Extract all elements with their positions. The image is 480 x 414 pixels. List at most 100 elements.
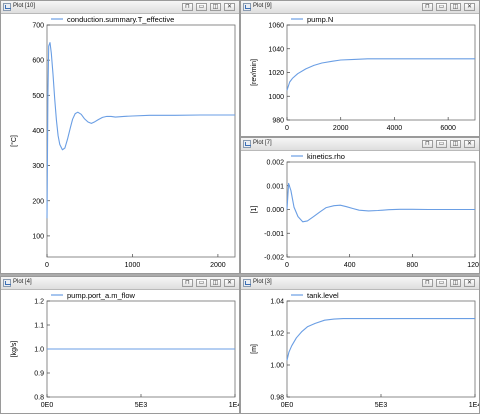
x-tick-label: 0	[45, 262, 49, 269]
plot-titlebar[interactable]: Plot [3] ⊓ ▭ ◫ ✕	[241, 277, 479, 290]
y-tick-label: -0.001	[264, 231, 284, 238]
legend-label: conduction.summary.T_effective	[67, 15, 174, 24]
pin-button[interactable]: ⊓	[422, 140, 433, 148]
y-tick-label: 0.001	[266, 183, 284, 190]
y-tick-label: 1000	[268, 94, 284, 101]
minimize-button[interactable]: ▭	[436, 140, 447, 148]
y-tick-label: -0.002	[264, 255, 284, 262]
plot-area[interactable]: -0.002 -0.001 0.000 0.001 0.002 0 400 800 1200 [1…	[241, 151, 479, 273]
plot-frame	[46, 24, 236, 258]
x-tick-label: 2000	[333, 125, 349, 132]
y-tick-label: 0.98	[270, 395, 284, 402]
plot-frame	[286, 300, 476, 398]
y-tick-label: 1.1	[34, 323, 44, 330]
y-tick-label: 0.002	[266, 160, 284, 167]
restore-button[interactable]: ◫	[450, 279, 461, 287]
x-tick-label: 1000	[125, 262, 141, 269]
plot-titlebar[interactable]: Plot [4] ⊓ ▭ ◫ ✕	[1, 277, 239, 290]
legend-label: pump.port_a.m_flow	[67, 291, 136, 300]
x-tick-label: 4000	[387, 125, 403, 132]
plot-window-3[interactable]: Plot [3] ⊓ ▭ ◫ ✕ 0.98 1.00 1.02 1.04 0E0 5E3 1…	[240, 276, 480, 414]
plot-titlebar[interactable]: Plot [9] ⊓ ▭ ◫ ✕	[241, 1, 479, 14]
pin-button[interactable]: ⊓	[422, 3, 433, 11]
plot-area[interactable]: 980 1000 1020 1040 1060 0 2000 4000 6000 [rev/min…	[241, 14, 479, 136]
y-axis-label: [°C]	[10, 135, 18, 147]
x-tick-label: 0E0	[41, 402, 54, 409]
close-button[interactable]: ✕	[224, 279, 235, 287]
x-tick-label: 1E4	[229, 402, 239, 409]
minimize-button[interactable]: ▭	[436, 3, 447, 11]
x-tick-label: 800	[406, 262, 418, 269]
minimize-button[interactable]: ▭	[196, 3, 207, 11]
y-tick-label: 1040	[268, 46, 284, 53]
legend-label: kinetics.rho	[307, 152, 345, 161]
y-tick-label: 980	[272, 118, 284, 125]
x-tick-label: 400	[344, 262, 356, 269]
legend-label: tank.level	[307, 291, 339, 300]
y-tick-label: 400	[32, 128, 44, 135]
plot-window-icon	[243, 3, 251, 11]
y-tick-label: 1.2	[34, 299, 44, 306]
plot-window-4[interactable]: Plot [4] ⊓ ▭ ◫ ✕ 0.8 0.9 1.0 1.1 1.2 0E0 5E3 1E…	[0, 276, 240, 414]
y-axis-label: [m]	[251, 344, 258, 354]
y-tick-label: 200	[32, 198, 44, 205]
y-tick-label: 1020	[268, 70, 284, 77]
plot-window-title: Plot [3]	[253, 279, 272, 285]
plot-window-icon	[3, 3, 11, 11]
pin-button[interactable]: ⊓	[422, 279, 433, 287]
y-tick-label: 100	[32, 233, 44, 240]
plot-area[interactable]: 100 200 300 400 500 600 700 0 1000 2000 [°C] conduc…	[1, 14, 239, 273]
x-tick-label: 6000	[440, 125, 456, 132]
close-button[interactable]: ✕	[224, 3, 235, 11]
x-tick-label: 5E3	[135, 402, 148, 409]
restore-button[interactable]: ◫	[450, 140, 461, 148]
minimize-button[interactable]: ▭	[436, 279, 447, 287]
plot-window-title: Plot [4]	[13, 279, 32, 285]
y-tick-label: 1060	[268, 23, 284, 30]
y-tick-label: 1.04	[270, 299, 284, 306]
plot-window-title: Plot [9]	[253, 3, 272, 9]
plot-window-icon	[243, 140, 251, 148]
plot-window-title: Plot [7]	[253, 140, 272, 146]
minimize-button[interactable]: ▭	[196, 279, 207, 287]
y-tick-label: 700	[32, 23, 44, 30]
y-tick-label: 0.9	[34, 371, 44, 378]
y-tick-label: 600	[32, 58, 44, 65]
x-tick-label: 0	[285, 125, 289, 132]
plot-window-7[interactable]: Plot [7] ⊓ ▭ ◫ ✕ -0.002 -0.001 0.000 0.001 0…	[240, 137, 480, 274]
restore-button[interactable]: ◫	[210, 279, 221, 287]
pin-button[interactable]: ⊓	[182, 3, 193, 11]
x-tick-label: 0	[285, 262, 289, 269]
y-tick-label: 1.02	[270, 331, 284, 338]
x-tick-label: 2000	[210, 262, 226, 269]
close-button[interactable]: ✕	[464, 279, 475, 287]
close-button[interactable]: ✕	[464, 3, 475, 11]
plot-window-icon	[243, 279, 251, 287]
y-tick-label: 500	[32, 93, 44, 100]
pin-button[interactable]: ⊓	[182, 279, 193, 287]
legend-label: pump.N	[307, 15, 333, 24]
y-axis-label: [rev/min]	[251, 59, 258, 86]
restore-button[interactable]: ◫	[450, 3, 461, 11]
plot-window-title: Plot [10]	[13, 3, 36, 9]
plot-area[interactable]: 0.8 0.9 1.0 1.1 1.2 0E0 5E3 1E4 [kg/s] pump.port_…	[1, 290, 239, 413]
plot-frame	[286, 24, 476, 121]
close-button[interactable]: ✕	[464, 140, 475, 148]
x-tick-label: 0E0	[281, 402, 294, 409]
plot-area[interactable]: 0.98 1.00 1.02 1.04 0E0 5E3 1E4 [m] tank.level	[241, 290, 479, 413]
y-axis-label: [1]	[251, 206, 258, 214]
y-axis-label: [kg/s]	[11, 341, 18, 358]
plot-window-9[interactable]: Plot [9] ⊓ ▭ ◫ ✕ 980 1000 1020 1040 1060 0 200…	[240, 0, 480, 137]
y-tick-label: 300	[32, 163, 44, 170]
y-tick-label: 1.00	[270, 363, 284, 370]
plot-titlebar[interactable]: Plot [7] ⊓ ▭ ◫ ✕	[241, 138, 479, 151]
restore-button[interactable]: ◫	[210, 3, 221, 11]
plot-window-10[interactable]: Plot [10] ⊓ ▭ ◫ ✕ 100 200 300 400 500 600 700 0…	[0, 0, 240, 274]
x-tick-label: 1E4	[469, 402, 479, 409]
x-tick-label: 5E3	[375, 402, 388, 409]
y-tick-label: 1.0	[34, 347, 44, 354]
plot-titlebar[interactable]: Plot [10] ⊓ ▭ ◫ ✕	[1, 1, 239, 14]
y-tick-label: 0.8	[34, 395, 44, 402]
x-tick-label: 1200	[467, 262, 479, 269]
y-tick-label: 0.000	[266, 207, 284, 214]
